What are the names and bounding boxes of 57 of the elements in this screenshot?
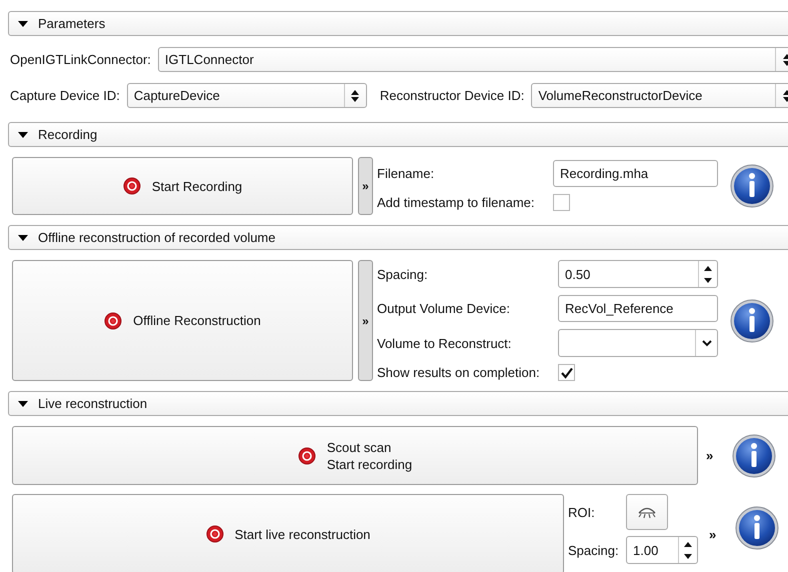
section-title: Parameters	[38, 16, 106, 31]
expand-button[interactable]: »	[706, 448, 720, 463]
record-icon	[122, 177, 141, 195]
down-arrow-icon	[702, 276, 714, 284]
up-arrow-icon	[682, 540, 694, 548]
spin-box[interactable]: 1.00	[626, 536, 698, 564]
check-icon	[560, 366, 572, 378]
section-header[interactable]: Offline reconstruction of recorded volume	[8, 225, 788, 250]
checkbox[interactable]	[558, 364, 575, 381]
section-title: Offline reconstruction of recorded volume	[38, 230, 276, 245]
field-label: Spacing:	[568, 542, 620, 558]
record-icon	[104, 312, 122, 330]
collapse-arrow-icon	[17, 398, 29, 408]
field-label: Add timestamp to filename:	[377, 195, 536, 210]
spin-box[interactable]: 0.50	[558, 260, 718, 288]
text-field[interactable]: RecVol_Reference	[558, 295, 718, 322]
up-arrow-icon	[702, 264, 714, 272]
field-label: ROI:	[568, 504, 596, 520]
section-header[interactable]: Parameters	[8, 11, 788, 36]
field-label: Show results on completion:	[377, 365, 541, 380]
record-button[interactable]: Start Recording	[12, 157, 353, 215]
record-button[interactable]: Scout scan Start recording	[12, 426, 698, 485]
section-title: Live reconstruction	[38, 396, 148, 411]
field-label: Filename:	[377, 166, 436, 181]
expand-button[interactable]: »	[358, 260, 373, 381]
caret-icon	[702, 339, 712, 347]
field-label: OpenIGTLinkConnector:	[10, 52, 151, 67]
field-label: Output Volume Device:	[377, 301, 511, 316]
record-button[interactable]: Start live reconstruction	[12, 494, 564, 572]
record-icon	[206, 525, 224, 543]
record-button[interactable]: Offline Reconstruction	[12, 260, 353, 381]
text-field[interactable]: Recording.mha	[553, 160, 718, 187]
field-label: Volume to Reconstruct:	[377, 336, 512, 350]
collapse-arrow-icon	[17, 130, 29, 140]
up-down-arrow-icon	[350, 88, 360, 102]
checkbox[interactable]	[553, 194, 570, 211]
section-header[interactable]: Recording	[8, 122, 788, 147]
expand-button[interactable]: »	[709, 526, 723, 542]
dropdown[interactable]: VolumeReconstructorDevice	[531, 83, 788, 108]
field-label: Spacing:	[377, 266, 429, 282]
info-icon	[730, 164, 774, 208]
roi-button[interactable]	[626, 494, 668, 530]
dropdown[interactable]: CaptureDevice	[126, 83, 367, 108]
info-icon	[735, 506, 779, 550]
field-label: Capture Device ID:	[10, 88, 120, 103]
down-arrow-icon	[682, 552, 694, 560]
collapse-arrow-icon	[17, 18, 29, 28]
expand-button[interactable]: »	[358, 157, 373, 215]
eye-icon	[637, 505, 657, 519]
field-label: Reconstructor Device ID:	[380, 88, 524, 103]
section-header[interactable]: Live reconstruction	[8, 391, 788, 416]
dropdown[interactable]: IGTLConnector	[158, 47, 788, 72]
info-icon	[730, 298, 774, 342]
record-icon	[298, 446, 316, 464]
section-title: Recording	[38, 127, 98, 142]
info-icon	[732, 434, 776, 478]
collapse-arrow-icon	[17, 232, 29, 242]
